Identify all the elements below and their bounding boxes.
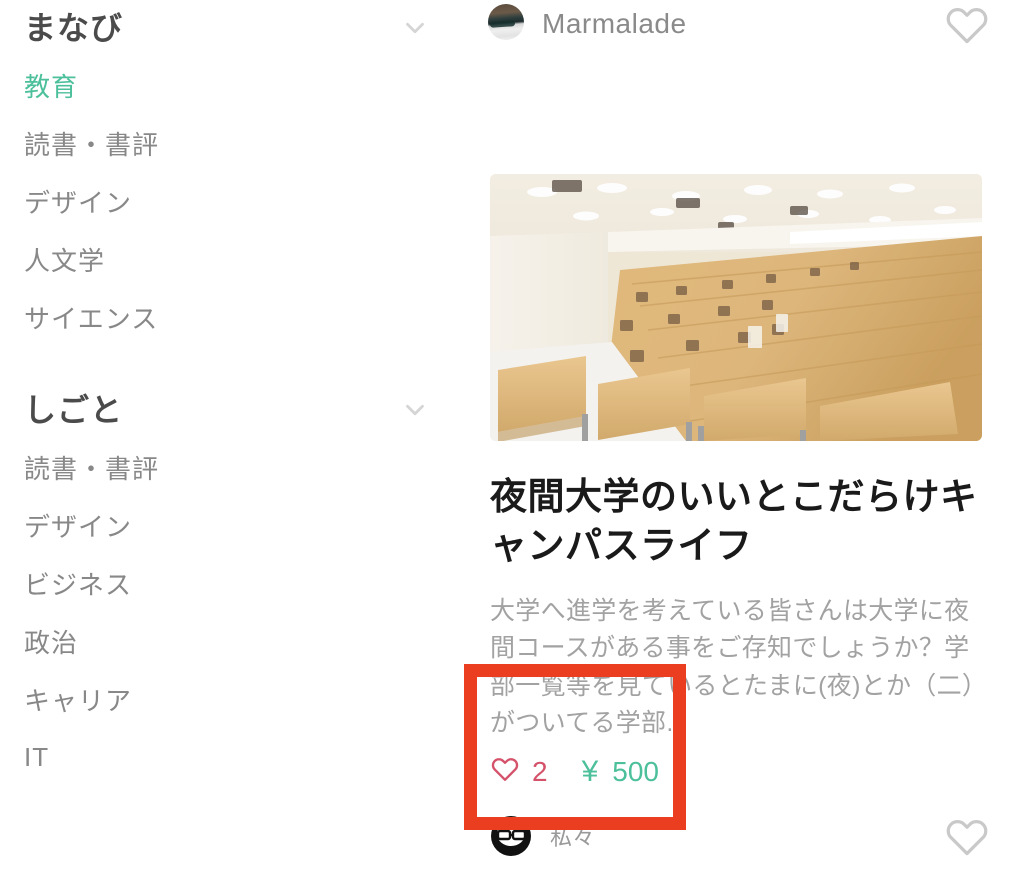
sidebar-item-label: IT: [24, 741, 50, 772]
app-root: まなび 教育 読書・書評 デザイン 人文学 サイエンス しごと 読書・書評 デザ…: [0, 0, 1020, 874]
sidebar-item-humanities[interactable]: 人文学: [0, 230, 460, 288]
sidebar-item-reading-review-2[interactable]: 読書・書評: [0, 438, 460, 496]
article-card[interactable]: 夜間大学のいいとこだらけキャンパスライフ 大学へ進学を考えている皆さんは大学に夜…: [460, 64, 1020, 861]
sidebar-item-it[interactable]: IT: [0, 728, 460, 786]
article-description: 大学へ進学を考えている皆さんは大学に夜間コースがある事をご存知でしょうか？学部一…: [490, 596, 988, 738]
sidebar-item-reading-review[interactable]: 読書・書評: [0, 114, 460, 172]
sidebar-item-science[interactable]: サイエンス: [0, 288, 460, 346]
sidebar-item-politics[interactable]: 政治: [0, 612, 460, 670]
sidebar-item-label: 読書・書評: [24, 453, 160, 484]
like-count: 2: [532, 755, 548, 787]
sidebar-item-career[interactable]: キャリア: [0, 670, 460, 728]
article-thumbnail[interactable]: [490, 174, 982, 441]
sidebar-item-education[interactable]: 教育: [0, 56, 460, 114]
cartoon-glasses-avatar-icon: [491, 815, 531, 856]
yen-symbol-icon: ¥: [581, 754, 599, 788]
sidebar-group-header-shigoto[interactable]: しごと: [0, 382, 460, 438]
category-sidebar: まなび 教育 読書・書評 デザイン 人文学 サイエンス しごと 読書・書評 デザ…: [0, 0, 460, 874]
sidebar-item-design[interactable]: デザイン: [0, 172, 460, 230]
heart-outline-icon[interactable]: [944, 815, 990, 857]
sidebar-item-label: 政治: [24, 627, 79, 658]
like-count-group[interactable]: 2: [490, 755, 548, 789]
sidebar-item-label: ビジネス: [24, 569, 133, 600]
sidebar-item-label: サイエンス: [24, 303, 159, 334]
lecture-hall-image: [490, 174, 982, 441]
heart-outline-icon[interactable]: [490, 755, 520, 789]
chevron-down-icon[interactable]: [398, 393, 432, 427]
sidebar-item-label: デザイン: [24, 187, 133, 218]
chevron-down-icon[interactable]: [398, 11, 432, 45]
heart-outline-icon[interactable]: [944, 3, 990, 45]
sidebar-group-title: しごと: [24, 392, 124, 428]
article-meta-row: 2 ¥ 500: [490, 751, 990, 793]
feed-card-author-strip-top[interactable]: Marmalade: [460, 0, 1020, 48]
article-feed: Marmalade 夜間大学のいいとこだらけキャンパスライフ 大学へ進学を考えて…: [460, 0, 1020, 874]
sidebar-item-label: 教育: [24, 71, 79, 102]
sidebar-group-manabi: まなび 教育 読書・書評 デザイン 人文学 サイエンス: [0, 0, 460, 346]
sidebar-item-design-2[interactable]: デザイン: [0, 496, 460, 554]
avatar[interactable]: [488, 4, 524, 40]
article-author-row[interactable]: 私々: [490, 811, 990, 861]
sidebar-group-title: まなび: [24, 10, 124, 46]
sidebar-item-label: デザイン: [24, 511, 133, 542]
price-group: ¥ 500: [582, 755, 659, 789]
author-name: 私々: [550, 824, 596, 850]
sidebar-item-label: 読書・書評: [24, 129, 160, 160]
sidebar-item-label: 人文学: [24, 245, 106, 276]
author-name: Marmalade: [542, 8, 687, 39]
price-amount: 500: [612, 755, 659, 787]
sidebar-group-divider: [0, 346, 460, 382]
sidebar-group-shigoto: しごと 読書・書評 デザイン ビジネス 政治 キャリア IT: [0, 382, 460, 786]
avatar[interactable]: [490, 814, 532, 857]
article-title[interactable]: 夜間大学のいいとこだらけキャンパスライフ: [490, 473, 990, 571]
sidebar-item-business[interactable]: ビジネス: [0, 554, 460, 612]
sidebar-group-header-manabi[interactable]: まなび: [0, 0, 460, 56]
sidebar-item-label: キャリア: [24, 685, 133, 716]
